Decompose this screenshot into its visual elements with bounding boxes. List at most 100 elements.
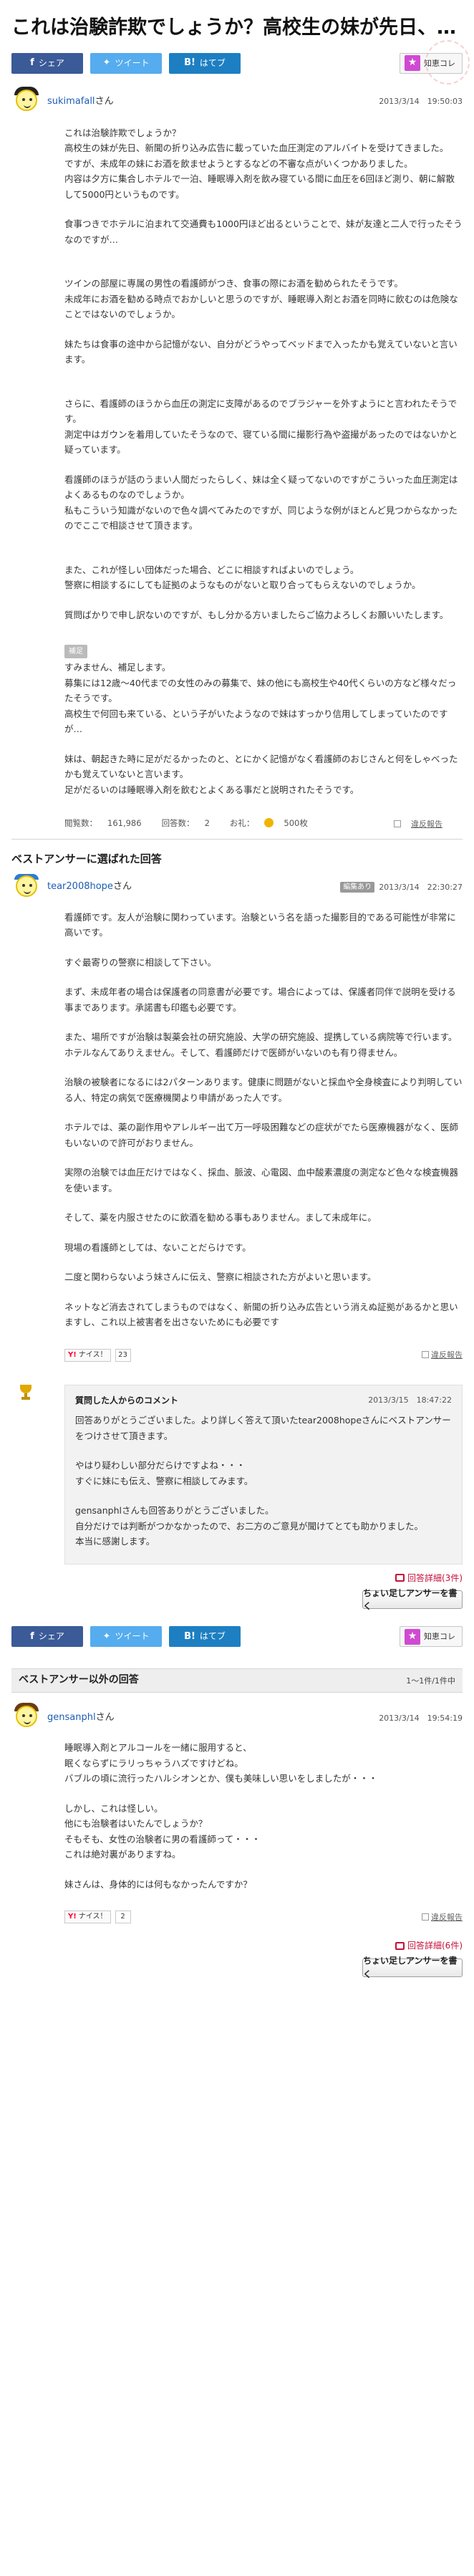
- facebook-icon: f: [30, 1630, 34, 1642]
- share-bar-top: f シェア ✦ ツイート B! はてブ ★ 知恵コレ: [0, 46, 474, 81]
- question-paragraph: 食事つきでホテルに泊まれて交通費も1000円ほど出るということで、妹が友達と二人…: [64, 218, 463, 245]
- hatena-bookmark-label: はてブ: [199, 57, 226, 68]
- best-answer-report-link[interactable]: 違反報告: [422, 1349, 463, 1361]
- question-stats: 閲覧数： 161,986 回答数： 2 お礼： 500枚 違反報告: [0, 812, 474, 830]
- report-icon: [422, 1913, 429, 1921]
- answer-paragraph: また、場所ですが治験は製薬会社の研究施設、大学の研究施設、提携している病院等で行…: [64, 1032, 458, 1058]
- reward-amount: 500枚: [284, 818, 308, 829]
- question-paragraph: さらに、看護師のほうから血圧の測定に支障があるのでブラジャーを外すようにと言われ…: [64, 398, 458, 456]
- twitter-share-button[interactable]: ✦ ツイート: [90, 1626, 162, 1648]
- yahoo-logo-icon: Y!: [68, 1350, 77, 1359]
- other-answer-time: 19:54:19: [427, 1713, 463, 1723]
- answer-paragraph: 治験の被験者になるには2パターンあります。健康に問題がないと採血や全身検査により…: [64, 1077, 463, 1103]
- share-bar-bottom: f シェア ✦ ツイート B! はてブ ★ 知恵コレ: [0, 1609, 474, 1654]
- other-answer-body: 睡眠導入剤とアルコールを一緒に服用すると、 眠くならずにラリっちゃうハズですけど…: [0, 1733, 474, 1892]
- asker-comment-date: 2013/3/15: [368, 1395, 409, 1405]
- answer-paragraph: ネットなど消去されてしまうものではなく、新聞の折り込み広告という消えぬ証拠がある…: [64, 1301, 458, 1328]
- answerer-honorific: さん: [112, 881, 132, 893]
- best-answer-date: 2013/3/14: [379, 882, 420, 892]
- nice-button[interactable]: Y! ナイス！: [64, 1348, 111, 1362]
- asker-username-text: sukimafall: [47, 95, 95, 107]
- answer-paragraph: ホテルでは、薬の副作用やアレルギー出て万一呼吸困難などの症状がでたら医療機器がな…: [64, 1122, 459, 1148]
- facebook-share-button[interactable]: f シェア: [11, 1626, 83, 1648]
- other-answerer-avatar[interactable]: [11, 1703, 42, 1733]
- hatena-bookmark-label: はてブ: [199, 1631, 226, 1642]
- question-header: sukimafallさん 2013/3/14 19:50:03: [0, 81, 474, 117]
- question-paragraph: これは治験詐欺でしょうか？ 高校生の妹が先日、新聞の折り込み広告に載っていた血圧…: [64, 127, 455, 200]
- best-answer-reactions: Y! ナイス！ 23 違反報告: [0, 1345, 474, 1362]
- question-date: 2013/3/14: [379, 97, 420, 107]
- asker-comment-paragraph: gensanphlさんも回答ありがとうございました。 自分だけでは判断がつかなか…: [75, 1505, 424, 1547]
- nice-count: 23: [115, 1348, 131, 1362]
- coin-icon: [264, 818, 274, 828]
- comment-detail-icon: [395, 1941, 405, 1950]
- asker-username[interactable]: sukimafallさん: [47, 95, 114, 109]
- best-answer-report-label: 違反報告: [431, 1350, 463, 1360]
- other-answer-report-link[interactable]: 違反報告: [422, 1911, 463, 1923]
- answer-paragraph: 現場の看護師としては、ないことだらけです。: [64, 1241, 251, 1253]
- question-paragraph: ツインの部屋に専属の男性の看護師がつき、食事の際にお酒を勧められたそうです。 未…: [64, 278, 458, 320]
- answers-count: 2: [204, 818, 210, 829]
- nice-label: ナイス！: [78, 1913, 107, 1921]
- hatena-bookmark-button[interactable]: B! はてブ: [169, 52, 241, 74]
- other-answerer-honorific: さん: [95, 1712, 115, 1724]
- twitter-share-label: ツイート: [115, 1631, 150, 1642]
- question-paragraph: 質問ばかりで申し訳ないのですが、もし分かる方いましたらご協力よろしくお願いいたし…: [64, 609, 449, 620]
- nice-button[interactable]: Y! ナイス！: [64, 1911, 111, 1924]
- other-answer-timestamp: 2013/3/14 19:54:19: [379, 1712, 463, 1724]
- twitter-share-button[interactable]: ✦ ツイート: [90, 52, 162, 74]
- facebook-share-button[interactable]: f シェア: [11, 52, 83, 74]
- add-answer-button[interactable]: ちょい足しアンサーを書く: [362, 1588, 463, 1611]
- question-time: 19:50:03: [427, 97, 463, 107]
- supplement-paragraph: 妹は、朝起きた時に足がだるかったのと、とにかく記憶がなく看護師のおじさんと何をし…: [64, 753, 458, 795]
- answers-stat: 回答数： 2: [162, 817, 220, 830]
- facebook-share-label: シェア: [38, 1631, 64, 1642]
- detail-link-count: (3件): [442, 1572, 463, 1583]
- asker-comment-paragraph: 回答ありがとうございました。より詳しく答えて頂いたtear2008hopeさんに…: [75, 1415, 451, 1441]
- star-icon: ★: [405, 1628, 420, 1645]
- question-paragraph: 妹たちは食事の途中から記憶がない、自分がどうやってベッドまで入ったかも覚えていな…: [64, 338, 458, 365]
- best-answer-time: 22:30:27: [427, 882, 463, 892]
- other-answer-paragraph: 妹さんは、身体的には何もなかったんですか？: [64, 1878, 252, 1890]
- report-icon: [394, 820, 401, 827]
- supplement-label: 補足: [64, 645, 87, 659]
- hatena-bookmark-button[interactable]: B! はてブ: [169, 1626, 241, 1648]
- other-answers-header: ベストアンサー以外の回答 1〜1件/1件中: [11, 1668, 463, 1693]
- answer-paragraph: 実際の治験では血圧だけではなく、採血、脈波、心電図、血中酸素濃度の測定など色々な…: [64, 1167, 459, 1193]
- question-body: これは治験詐欺でしょうか？ 高校生の妹が先日、新聞の折り込み広告に載っていた血圧…: [0, 117, 474, 798]
- star-icon: ★: [405, 55, 420, 72]
- qa-page: これは治験詐欺でしょうか？高校生の妹が先日、… f シェア ✦ ツイート B! …: [0, 0, 474, 2576]
- answer-paragraph: まず、未成年者の場合は保護者の同意書が必要です。場合によっては、保護者同伴で説明…: [64, 986, 456, 1013]
- nice-count: 2: [115, 1911, 131, 1924]
- answerer-username[interactable]: tear2008hopeさん: [47, 880, 132, 894]
- other-answer-paragraph: 睡眠導入剤とアルコールを一緒に服用すると、 眠くならずにラリっちゃうハズですけど…: [64, 1742, 378, 1784]
- add-answer-button[interactable]: ちょい足しアンサーを書く: [362, 1956, 463, 1979]
- comment-detail-icon: [395, 1574, 405, 1582]
- asker-comment-title: 質問した人からのコメント: [75, 1395, 179, 1405]
- question-report-label: 違反報告: [411, 819, 442, 829]
- answerer-avatar[interactable]: [11, 873, 42, 903]
- reward-label: お礼：: [229, 818, 255, 829]
- asker-comment-box: 質問した人からのコメント 2013/3/15 18:47:22 回答ありがとうご…: [64, 1384, 463, 1565]
- question-timestamp: 2013/3/14 19:50:03: [379, 95, 463, 107]
- other-answerer-username[interactable]: gensanphlさん: [47, 1711, 115, 1725]
- question-paragraph: また、これが怪しい団体だった場合、どこに相談すればよいのでしょう。 警察に相談す…: [64, 564, 421, 591]
- other-answer-paragraph: しかし、これは怪しい。 他にも治験者はいたんでしょうか？ そもそも、女性の治験者…: [64, 1802, 261, 1860]
- best-answer-heading: ベストアンサーに選ばれた回答: [11, 852, 162, 866]
- views-label: 閲覧数：: [64, 818, 97, 829]
- detail-link-label: 回答詳細: [407, 1941, 442, 1951]
- other-answers-heading: ベストアンサー以外の回答: [19, 1674, 139, 1686]
- other-answer-reactions: Y! ナイス！ 2 違反報告: [0, 1906, 474, 1924]
- best-answer-detail-link[interactable]: 回答詳細 (3件): [0, 1565, 474, 1585]
- chie-collection-button[interactable]: ★ 知恵コレ: [400, 1626, 463, 1648]
- hatena-icon: B!: [184, 1630, 195, 1642]
- nice-label: ナイス！: [78, 1350, 107, 1359]
- question-paragraph: 看護師のほうが話のうまい人間だったらしく、妹は全く疑ってないのですがこういった血…: [64, 474, 458, 532]
- trophy-icon: [19, 1384, 33, 1400]
- other-answer-detail-link[interactable]: 回答詳細 (6件): [0, 1923, 474, 1953]
- supplement-paragraph: すみません、補足します。 募集には12歳〜40代までの女性のみの募集で、妹の他に…: [64, 662, 457, 735]
- question-report-link[interactable]: 違反報告: [394, 818, 453, 830]
- asker-avatar[interactable]: [11, 86, 42, 117]
- other-answer-date: 2013/3/14: [379, 1713, 420, 1723]
- asker-comment-header: 質問した人からのコメント 2013/3/15 18:47:22: [75, 1394, 452, 1408]
